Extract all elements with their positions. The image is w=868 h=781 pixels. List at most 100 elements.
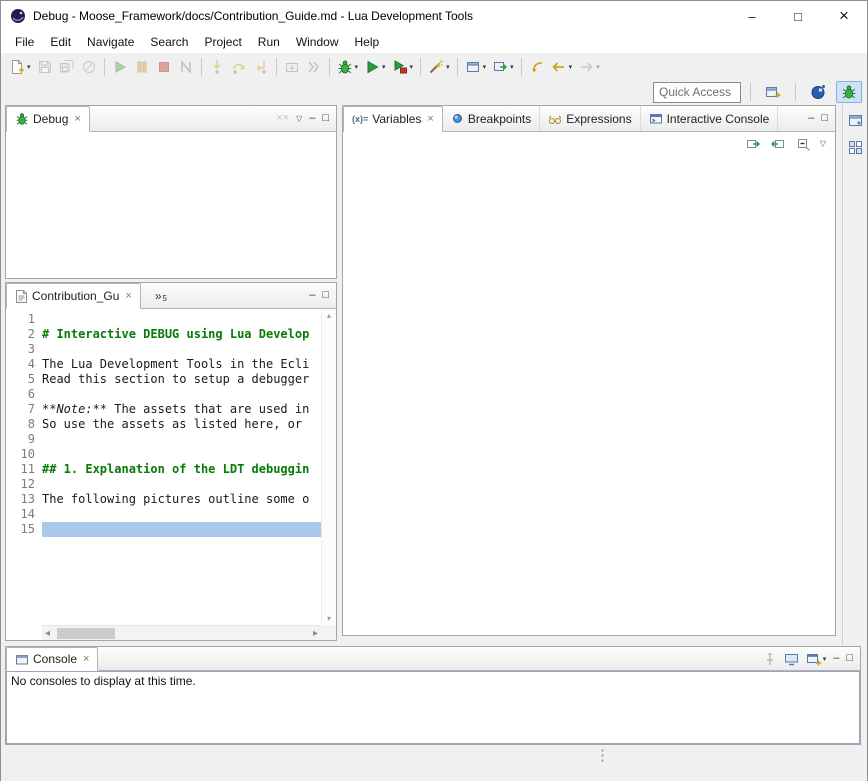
maximize-view-button[interactable]: □ bbox=[322, 113, 329, 124]
debug-perspective-button[interactable] bbox=[836, 81, 862, 103]
tab-label: Variables bbox=[372, 112, 421, 126]
editor-line bbox=[42, 342, 321, 357]
menu-edit[interactable]: Edit bbox=[42, 32, 79, 52]
close-icon[interactable]: × bbox=[83, 653, 89, 665]
collapse-all-button[interactable] bbox=[795, 136, 811, 152]
menu-navigate[interactable]: Navigate bbox=[79, 32, 142, 52]
line-number-gutter: 123456789101112131415 bbox=[6, 309, 42, 625]
open-console-button[interactable]: ▾ bbox=[806, 652, 827, 666]
step-over-button[interactable] bbox=[228, 55, 250, 79]
console-view-toolbar: ▾ – □ bbox=[763, 647, 860, 670]
close-window-button[interactable]: × bbox=[821, 1, 867, 31]
tab-overflow-button[interactable]: » 5 bbox=[141, 283, 171, 308]
quick-access-input[interactable]: Quick Access bbox=[653, 82, 741, 103]
maximize-view-button[interactable]: □ bbox=[846, 653, 853, 664]
new-lua-wizard-button[interactable]: ▾ bbox=[462, 55, 490, 79]
open-perspective-button[interactable] bbox=[760, 81, 786, 103]
restore-minimized-view-button-2[interactable] bbox=[845, 137, 866, 157]
maximize-view-button[interactable]: □ bbox=[821, 113, 828, 124]
editor-horizontal-scrollbar[interactable]: ◂ ▸ bbox=[42, 625, 321, 640]
minimize-view-button[interactable]: – bbox=[833, 653, 839, 664]
disconnect-icon bbox=[178, 59, 194, 75]
dropdown-icon[interactable]: ▾ bbox=[510, 63, 514, 71]
tab-console[interactable]: Console × bbox=[6, 647, 98, 671]
tab-interactive-console[interactable]: Interactive Console bbox=[641, 106, 779, 131]
close-icon[interactable]: × bbox=[74, 113, 80, 125]
remove-all-terminated-button[interactable]: ×× bbox=[276, 113, 289, 124]
restore-minimized-view-button-1[interactable] bbox=[845, 110, 866, 130]
debug-view-content bbox=[6, 132, 336, 278]
step-return-button[interactable] bbox=[250, 55, 272, 79]
disconnect-button[interactable] bbox=[175, 55, 197, 79]
toolbar-separator bbox=[329, 58, 330, 76]
maximize-window-button[interactable]: □ bbox=[775, 1, 821, 31]
tab-contribution-guide[interactable]: Contribution_Gu × bbox=[6, 283, 141, 309]
scroll-right-icon[interactable]: ▸ bbox=[310, 628, 321, 639]
dropdown-icon[interactable]: ▾ bbox=[355, 63, 359, 71]
display-selected-console-button[interactable] bbox=[784, 652, 799, 666]
dropdown-icon[interactable]: ▾ bbox=[569, 63, 573, 71]
view-menu-icon[interactable]: ▽ bbox=[820, 140, 826, 148]
open-element-button[interactable]: ▾ bbox=[489, 55, 517, 79]
dropdown-icon[interactable]: ▾ bbox=[382, 63, 386, 71]
use-step-filters-button[interactable] bbox=[303, 55, 325, 79]
dropdown-icon[interactable]: ▾ bbox=[823, 655, 827, 663]
show-logical-structure-button[interactable] bbox=[745, 136, 761, 152]
dropdown-icon[interactable]: ▾ bbox=[410, 63, 414, 71]
close-icon[interactable]: × bbox=[125, 290, 131, 302]
minimize-window-button[interactable]: – bbox=[729, 1, 775, 31]
tab-debug[interactable]: Debug × bbox=[6, 106, 90, 132]
editor-vertical-scrollbar[interactable]: ▴ ▾ bbox=[321, 309, 336, 625]
forward-button[interactable]: ▾ bbox=[575, 55, 603, 79]
code-area[interactable]: # Interactive DEBUG using Lua Develop Th… bbox=[42, 309, 321, 625]
menu-search[interactable]: Search bbox=[142, 32, 196, 52]
perspective-toolbar: Quick Access bbox=[653, 80, 862, 104]
external-tools-button[interactable]: ▾ bbox=[389, 55, 417, 79]
menu-window[interactable]: Window bbox=[288, 32, 347, 52]
minimize-view-button[interactable]: – bbox=[309, 290, 315, 301]
tab-expressions[interactable]: Expressions bbox=[540, 106, 640, 131]
resume-button[interactable] bbox=[109, 55, 131, 79]
save-all-button[interactable] bbox=[56, 55, 78, 79]
dropdown-icon[interactable]: ▾ bbox=[596, 63, 600, 71]
skip-all-breakpoints-button[interactable] bbox=[78, 55, 100, 79]
dropdown-icon[interactable]: ▾ bbox=[446, 63, 450, 71]
maximize-view-button[interactable]: □ bbox=[322, 290, 329, 301]
tab-variables[interactable]: (x)= Variables × bbox=[343, 106, 443, 132]
back-button[interactable]: ▾ bbox=[548, 55, 576, 79]
suspend-button[interactable] bbox=[131, 55, 153, 79]
minimize-view-button[interactable]: – bbox=[808, 113, 814, 124]
scroll-up-icon[interactable]: ▴ bbox=[327, 311, 331, 320]
minimize-view-button[interactable]: – bbox=[309, 113, 315, 124]
editor-body[interactable]: 123456789101112131415 # Interactive DEBU… bbox=[6, 309, 336, 640]
menu-bar: File Edit Navigate Search Project Run Wi… bbox=[1, 31, 867, 53]
editor-view-controls: – □ bbox=[309, 283, 336, 308]
lua-perspective-button[interactable] bbox=[805, 81, 831, 103]
last-edit-location-button[interactable] bbox=[526, 55, 548, 79]
save-button[interactable] bbox=[34, 55, 56, 79]
step-into-button[interactable] bbox=[206, 55, 228, 79]
close-icon[interactable]: × bbox=[427, 113, 433, 125]
open-task-wand-button[interactable]: ▾ bbox=[425, 55, 453, 79]
menu-project[interactable]: Project bbox=[196, 32, 249, 52]
console-message: No consoles to display at this time. bbox=[11, 674, 196, 688]
pin-console-button[interactable] bbox=[763, 652, 777, 666]
terminate-button[interactable] bbox=[153, 55, 175, 79]
trim-drag-handle[interactable]: ⋮ bbox=[595, 748, 610, 763]
view-menu-icon[interactable]: ▽ bbox=[296, 115, 302, 123]
run-button[interactable]: ▾ bbox=[361, 55, 389, 79]
dropdown-icon[interactable]: ▾ bbox=[483, 63, 487, 71]
scroll-left-icon[interactable]: ◂ bbox=[42, 628, 53, 639]
dropdown-icon[interactable]: ▾ bbox=[27, 63, 31, 71]
link-with-debug-button[interactable] bbox=[770, 136, 786, 152]
menu-file[interactable]: File bbox=[7, 32, 42, 52]
new-wizard-button[interactable]: ▾ bbox=[6, 55, 34, 79]
tab-breakpoints[interactable]: Breakpoints bbox=[443, 106, 540, 131]
debug-button[interactable]: ▾ bbox=[334, 55, 362, 79]
scrollbar-thumb[interactable] bbox=[57, 628, 115, 639]
forward-arrow-icon bbox=[578, 59, 594, 75]
menu-run[interactable]: Run bbox=[250, 32, 288, 52]
scroll-down-icon[interactable]: ▾ bbox=[327, 614, 331, 623]
drop-to-frame-button[interactable] bbox=[281, 55, 303, 79]
menu-help[interactable]: Help bbox=[347, 32, 388, 52]
